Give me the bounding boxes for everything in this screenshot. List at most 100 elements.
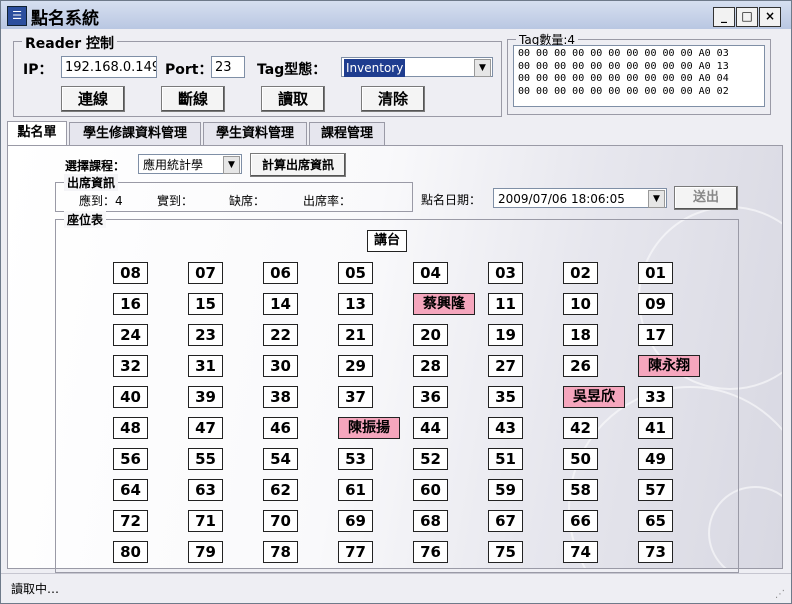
seat[interactable]: 52 [413,448,448,470]
seat[interactable]: 70 [263,510,298,532]
seat[interactable]: 72 [113,510,148,532]
seat[interactable]: 77 [338,541,373,563]
ip-input[interactable]: 192.168.0.149 [61,56,157,78]
seat[interactable]: 33 [638,386,673,408]
seat[interactable]: 03 [488,262,523,284]
seat[interactable]: 41 [638,417,673,439]
seat[interactable]: 49 [638,448,673,470]
seat[interactable]: 27 [488,355,523,377]
seat[interactable]: 36 [413,386,448,408]
dropdown-arrow-icon[interactable]: ▼ [474,59,491,77]
seat[interactable]: 80 [113,541,148,563]
seat[interactable]: 64 [113,479,148,501]
seat[interactable]: 11 [488,293,523,315]
seat[interactable]: 79 [188,541,223,563]
seat[interactable]: 31 [188,355,223,377]
seat-occupied[interactable]: 陳永翔 [638,355,700,377]
seat[interactable]: 17 [638,324,673,346]
disconnect-button[interactable]: 斷線 [161,86,225,112]
seat[interactable]: 24 [113,324,148,346]
seat[interactable]: 53 [338,448,373,470]
seat[interactable]: 02 [563,262,598,284]
date-picker[interactable]: 2009/07/06 18:06:05 ▼ [493,188,667,208]
close-button[interactable]: × [759,7,781,27]
seat[interactable]: 39 [188,386,223,408]
seat[interactable]: 16 [113,293,148,315]
seat[interactable]: 69 [338,510,373,532]
tab-course-management[interactable]: 課程管理 [309,122,385,146]
seat[interactable]: 48 [113,417,148,439]
compute-attendance-button[interactable]: 計算出席資訊 [250,153,346,177]
seat[interactable]: 76 [413,541,448,563]
seat[interactable]: 35 [488,386,523,408]
seat[interactable]: 29 [338,355,373,377]
seat[interactable]: 40 [113,386,148,408]
seat[interactable]: 21 [338,324,373,346]
seat[interactable]: 65 [638,510,673,532]
seat[interactable]: 68 [413,510,448,532]
seat[interactable]: 38 [263,386,298,408]
seat[interactable]: 66 [563,510,598,532]
seat[interactable]: 37 [338,386,373,408]
seat-occupied[interactable]: 蔡興隆 [413,293,475,315]
port-input[interactable]: 23 [211,56,245,78]
seat[interactable]: 61 [338,479,373,501]
seat[interactable]: 74 [563,541,598,563]
seat[interactable]: 57 [638,479,673,501]
seat[interactable]: 09 [638,293,673,315]
dropdown-arrow-icon[interactable]: ▼ [223,156,240,174]
seat[interactable]: 06 [263,262,298,284]
seat[interactable]: 26 [563,355,598,377]
seat[interactable]: 62 [263,479,298,501]
seat[interactable]: 13 [338,293,373,315]
seat[interactable]: 63 [188,479,223,501]
course-select[interactable]: 應用統計學 ▼ [138,154,242,174]
seat[interactable]: 71 [188,510,223,532]
tab-enrollment-management[interactable]: 學生修課資料管理 [69,122,201,146]
seat[interactable]: 07 [188,262,223,284]
seat[interactable]: 60 [413,479,448,501]
submit-button[interactable]: 送出 [674,186,738,210]
seat[interactable]: 55 [188,448,223,470]
seat[interactable]: 54 [263,448,298,470]
seat[interactable]: 28 [413,355,448,377]
seat-occupied[interactable]: 吳昱欣 [563,386,625,408]
seat[interactable]: 44 [413,417,448,439]
seat[interactable]: 67 [488,510,523,532]
seat[interactable]: 32 [113,355,148,377]
resize-grip-icon[interactable]: ⋰ [775,589,785,600]
tag-type-select[interactable]: Inventory ▼ [341,57,493,77]
maximize-button[interactable]: □ [736,7,758,27]
tag-list[interactable]: 00 00 00 00 00 00 00 00 00 00 A0 03 00 0… [513,45,765,107]
seat[interactable]: 04 [413,262,448,284]
seat[interactable]: 47 [188,417,223,439]
seat[interactable]: 56 [113,448,148,470]
seat[interactable]: 08 [113,262,148,284]
seat[interactable]: 10 [563,293,598,315]
read-button[interactable]: 讀取 [261,86,325,112]
seat[interactable]: 46 [263,417,298,439]
seat[interactable]: 73 [638,541,673,563]
seat[interactable]: 20 [413,324,448,346]
seat[interactable]: 05 [338,262,373,284]
seat[interactable]: 18 [563,324,598,346]
seat[interactable]: 59 [488,479,523,501]
clear-button[interactable]: 清除 [361,86,425,112]
seat[interactable]: 75 [488,541,523,563]
seat[interactable]: 43 [488,417,523,439]
seat[interactable]: 30 [263,355,298,377]
seat-occupied[interactable]: 陳振揚 [338,417,400,439]
seat[interactable]: 22 [263,324,298,346]
seat[interactable]: 51 [488,448,523,470]
seat[interactable]: 58 [563,479,598,501]
minimize-button[interactable]: _ [713,7,735,27]
dropdown-arrow-icon[interactable]: ▼ [648,190,665,208]
seat[interactable]: 19 [488,324,523,346]
seat[interactable]: 14 [263,293,298,315]
seat[interactable]: 23 [188,324,223,346]
seat[interactable]: 42 [563,417,598,439]
seat[interactable]: 78 [263,541,298,563]
tab-student-management[interactable]: 學生資料管理 [203,122,307,146]
seat[interactable]: 01 [638,262,673,284]
connect-button[interactable]: 連線 [61,86,125,112]
